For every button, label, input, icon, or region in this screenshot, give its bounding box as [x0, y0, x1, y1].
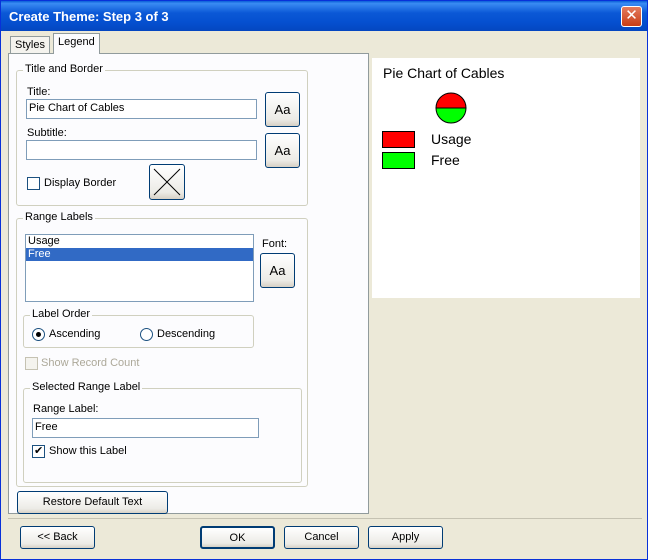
ok-button[interactable]: OK [200, 526, 275, 549]
show-this-label-checkbox[interactable] [32, 444, 45, 458]
apply-button[interactable]: Apply [368, 526, 443, 549]
title-bar: Create Theme: Step 3 of 3 ✕ [1, 1, 647, 31]
show-record-count-label: Show Record Count [41, 357, 140, 369]
display-border-label: Display Border [44, 177, 117, 189]
border-style-button[interactable] [149, 164, 185, 200]
no-border-x-icon [153, 168, 181, 196]
tab-legend[interactable]: Legend [53, 33, 100, 54]
range-label-input[interactable]: Free [32, 418, 259, 438]
legend-swatch-usage [382, 131, 415, 148]
footer-divider [8, 518, 642, 519]
display-border-checkbox[interactable] [27, 177, 40, 190]
back-button[interactable]: << Back [20, 526, 95, 549]
legend-label-usage: Usage [431, 131, 472, 147]
range-labels-group: Range Labels Usage Free Font: Aa Label O… [16, 211, 308, 487]
title-input[interactable]: Pie Chart of Cables [26, 99, 257, 119]
restore-default-text-button[interactable]: Restore Default Text [17, 491, 168, 514]
title-border-group: Title and Border Title: Pie Chart of Cab… [16, 63, 308, 206]
title-border-group-label: Title and Border [23, 63, 105, 75]
descending-label: Descending [157, 328, 216, 340]
list-item-free[interactable]: Free [26, 248, 253, 261]
show-record-count-checkbox[interactable] [25, 357, 38, 370]
selected-range-label-group-label: Selected Range Label [30, 381, 143, 393]
subtitle-label: Subtitle: [27, 127, 67, 139]
font-label: Font: [262, 238, 288, 250]
legend-tab-panel: Title and Border Title: Pie Chart of Cab… [8, 53, 369, 514]
list-item-usage[interactable]: Usage [26, 235, 253, 248]
legend-preview: Pie Chart of Cables Usage Free [372, 58, 640, 298]
show-this-label-label: Show this Label [49, 445, 127, 457]
descending-radio[interactable] [140, 328, 153, 341]
create-theme-dialog: Create Theme: Step 3 of 3 ✕ Styles Legen… [0, 0, 648, 560]
preview-title: Pie Chart of Cables [383, 65, 505, 81]
range-label-caption: Range Label: [33, 403, 99, 415]
title-font-button[interactable]: Aa [265, 92, 300, 127]
label-order-group-label: Label Order [30, 308, 93, 320]
legend-label-free: Free [431, 152, 460, 168]
ascending-label: Ascending [49, 328, 101, 340]
pie-chart-icon [435, 92, 467, 124]
legend-swatch-free [382, 152, 415, 169]
close-button[interactable]: ✕ [621, 6, 642, 27]
range-labels-group-label: Range Labels [23, 211, 95, 223]
window-title: Create Theme: Step 3 of 3 [9, 9, 169, 24]
title-label: Title: [27, 86, 51, 98]
cancel-button[interactable]: Cancel [284, 526, 359, 549]
tab-styles[interactable]: Styles [10, 36, 50, 54]
ascending-radio[interactable] [32, 328, 45, 341]
range-label-font-button[interactable]: Aa [260, 253, 295, 288]
range-labels-list[interactable]: Usage Free [25, 234, 254, 302]
subtitle-input[interactable] [26, 140, 257, 160]
selected-range-label-group: Selected Range Label Range Label: Free S… [23, 381, 302, 483]
label-order-group: Label Order Ascending Descending [23, 308, 254, 348]
subtitle-font-button[interactable]: Aa [265, 133, 300, 168]
